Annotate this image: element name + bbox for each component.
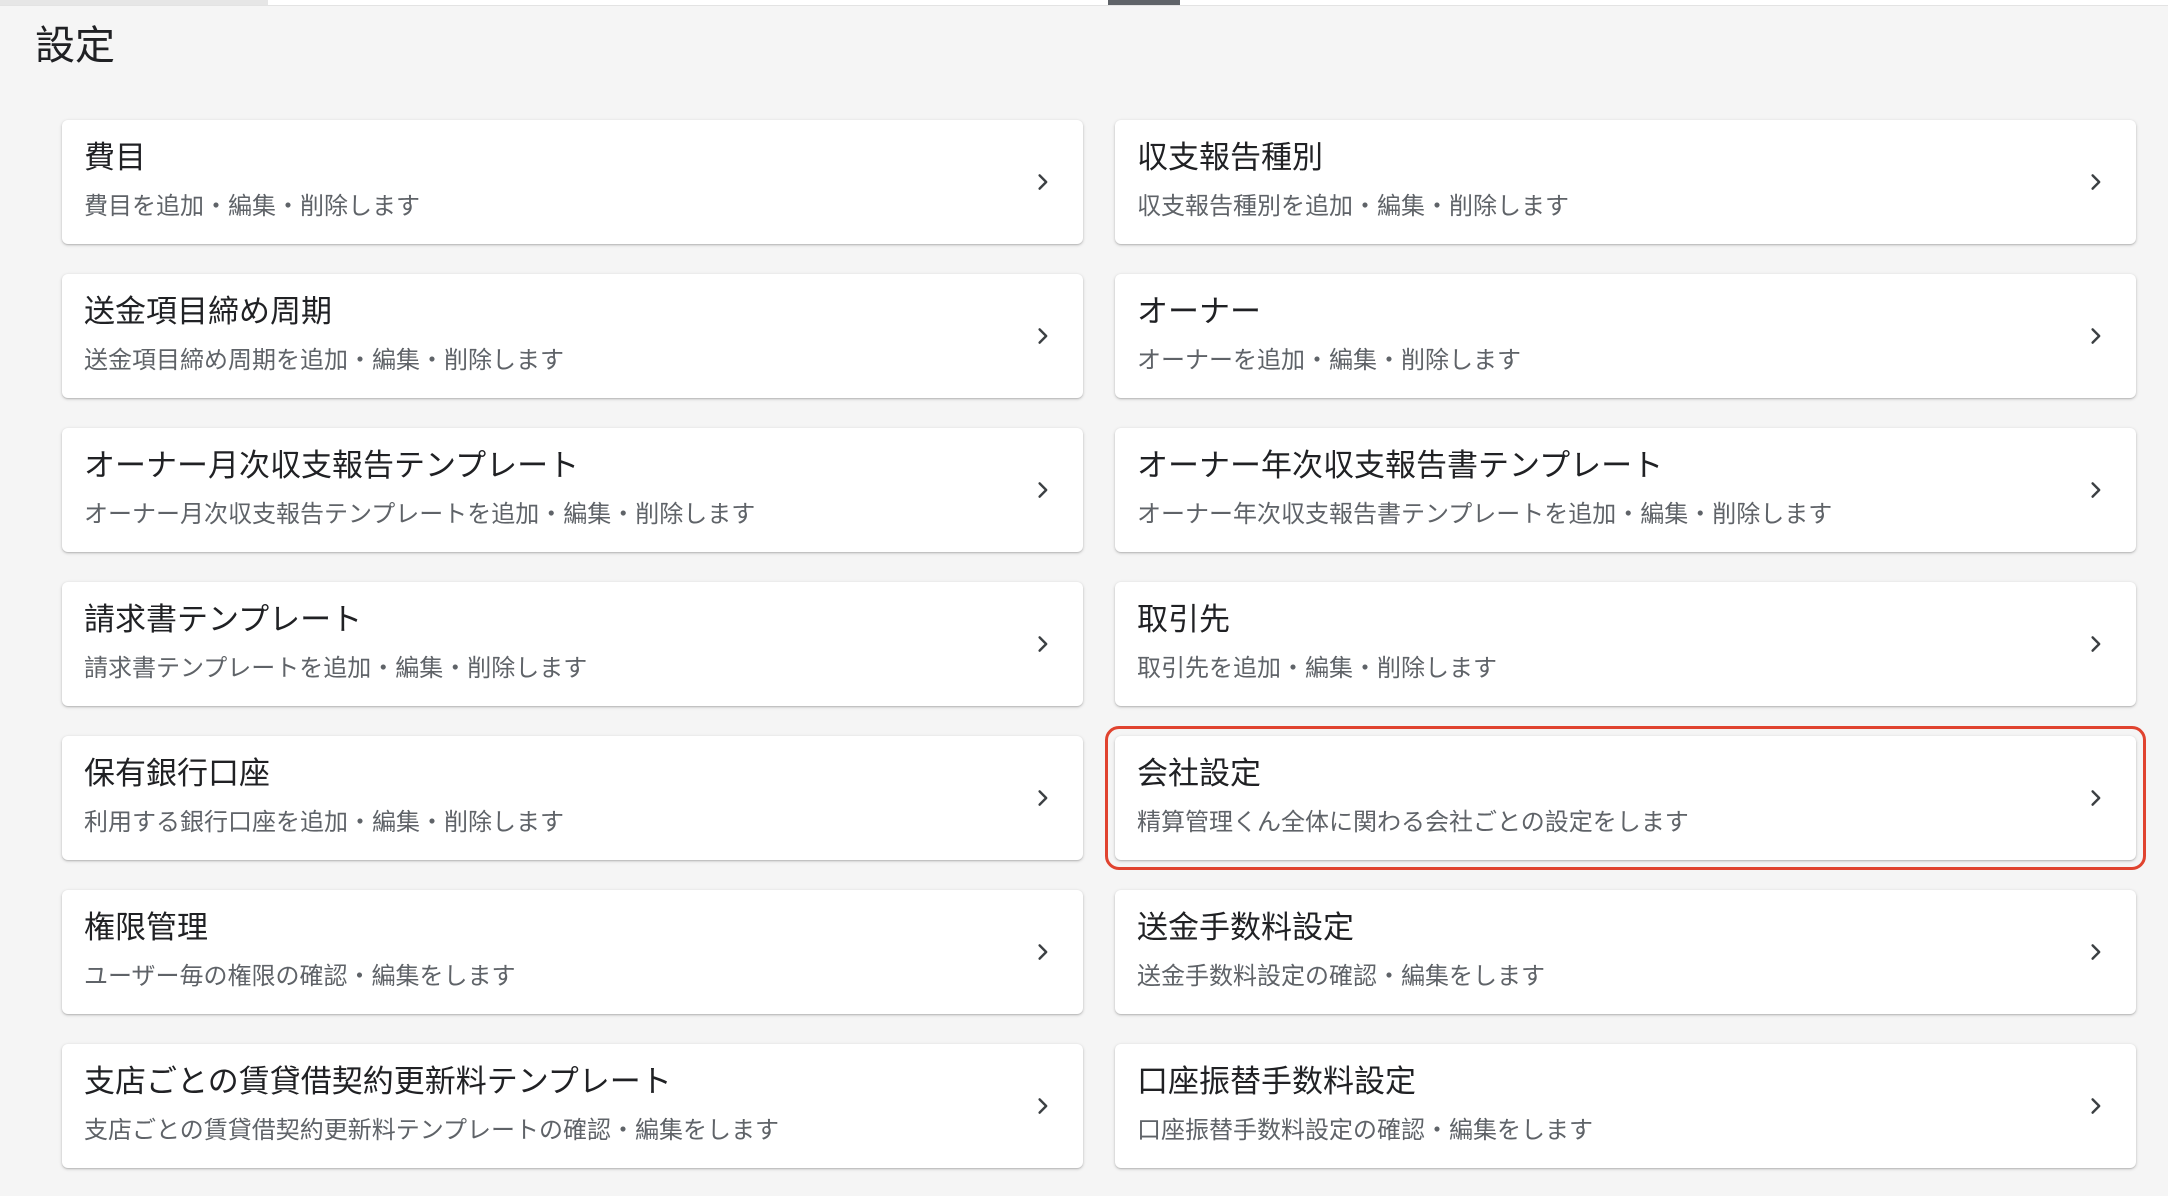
settings-card-title: 権限管理 <box>84 910 208 946</box>
settings-card-title: 送金項目締め周期 <box>84 294 332 330</box>
settings-card-description: 口座振替手数料設定の確認・編集をします <box>1137 1116 1593 1144</box>
settings-card-description: オーナー月次収支報告テンプレートを追加・編集・削除します <box>84 500 756 528</box>
settings-card-description: オーナーを追加・編集・削除します <box>1137 346 1521 374</box>
settings-card-title: オーナー月次収支報告テンプレート <box>84 448 580 484</box>
tab-strip-segment <box>0 0 268 5</box>
settings-card-title: オーナー <box>1137 294 1261 330</box>
chevron-right-icon <box>2084 632 2108 656</box>
settings-card-4[interactable]: オーナー月次収支報告テンプレート オーナー月次収支報告テンプレートを追加・編集・… <box>62 428 1083 552</box>
settings-card-3[interactable]: オーナー オーナーを追加・編集・削除します <box>1115 274 2136 398</box>
chevron-right-icon <box>1031 632 1055 656</box>
page-title: 設定 <box>35 23 115 69</box>
settings-card-title: 取引先 <box>1137 602 1230 638</box>
settings-card-description: 送金項目締め周期を追加・編集・削除します <box>84 346 564 374</box>
settings-card-title: 会社設定 <box>1137 756 1261 792</box>
settings-card-description: 利用する銀行口座を追加・編集・削除します <box>84 808 564 836</box>
settings-card-13[interactable]: 口座振替手数料設定 口座振替手数料設定の確認・編集をします <box>1115 1044 2136 1168</box>
settings-card-description: ユーザー毎の権限の確認・編集をします <box>84 962 516 990</box>
settings-card-description: 費目を追加・編集・削除します <box>84 192 420 220</box>
chevron-right-icon <box>1031 786 1055 810</box>
settings-card-description: 送金手数料設定の確認・編集をします <box>1137 962 1545 990</box>
chevron-right-icon <box>1031 170 1055 194</box>
settings-card-1[interactable]: 収支報告種別 収支報告種別を追加・編集・削除します <box>1115 120 2136 244</box>
settings-card-description: 取引先を追加・編集・削除します <box>1137 654 1497 682</box>
chevron-right-icon <box>1031 324 1055 348</box>
settings-card-title: 収支報告種別 <box>1137 140 1323 176</box>
settings-card-2[interactable]: 送金項目締め周期 送金項目締め周期を追加・編集・削除します <box>62 274 1083 398</box>
chevron-right-icon <box>2084 478 2108 502</box>
settings-card-10[interactable]: 権限管理 ユーザー毎の権限の確認・編集をします <box>62 890 1083 1014</box>
settings-card-6[interactable]: 請求書テンプレート 請求書テンプレートを追加・編集・削除します <box>62 582 1083 706</box>
settings-grid: 費目 費目を追加・編集・削除します 収支報告種別 収支報告種別を追加・編集・削除… <box>62 120 2146 1168</box>
chevron-right-icon <box>1031 478 1055 502</box>
settings-card-description: 支店ごとの賃貸借契約更新料テンプレートの確認・編集をします <box>84 1116 780 1144</box>
settings-card-0[interactable]: 費目 費目を追加・編集・削除します <box>62 120 1083 244</box>
settings-card-12[interactable]: 支店ごとの賃貸借契約更新料テンプレート 支店ごとの賃貸借契約更新料テンプレートの… <box>62 1044 1083 1168</box>
settings-card-title: 支店ごとの賃貸借契約更新料テンプレート <box>84 1064 672 1100</box>
chevron-right-icon <box>2084 1094 2108 1118</box>
settings-card-description: オーナー年次収支報告書テンプレートを追加・編集・削除します <box>1137 500 1833 528</box>
settings-card-title: 保有銀行口座 <box>84 756 270 792</box>
settings-card-title: オーナー年次収支報告書テンプレート <box>1137 448 1664 484</box>
settings-card-title: 口座振替手数料設定 <box>1137 1064 1416 1100</box>
chevron-right-icon <box>2084 324 2108 348</box>
settings-card-5[interactable]: オーナー年次収支報告書テンプレート オーナー年次収支報告書テンプレートを追加・編… <box>1115 428 2136 552</box>
chevron-right-icon <box>2084 170 2108 194</box>
settings-card-description: 収支報告種別を追加・編集・削除します <box>1137 192 1569 220</box>
settings-card-title: 費目 <box>84 140 146 176</box>
settings-card-7[interactable]: 取引先 取引先を追加・編集・削除します <box>1115 582 2136 706</box>
settings-card-description: 請求書テンプレートを追加・編集・削除します <box>84 654 588 682</box>
settings-card-11[interactable]: 送金手数料設定 送金手数料設定の確認・編集をします <box>1115 890 2136 1014</box>
chevron-right-icon <box>1031 940 1055 964</box>
settings-card-9[interactable]: 会社設定 精算管理くん全体に関わる会社ごとの設定をします <box>1105 726 2146 870</box>
settings-card-description: 精算管理くん全体に関わる会社ごとの設定をします <box>1137 808 1689 836</box>
top-tab-strip <box>0 0 2168 6</box>
chevron-right-icon <box>2084 786 2108 810</box>
active-tab-indicator <box>1108 0 1180 5</box>
settings-card-title: 送金手数料設定 <box>1137 910 1354 946</box>
chevron-right-icon <box>2084 940 2108 964</box>
settings-card-title: 請求書テンプレート <box>84 602 363 638</box>
chevron-right-icon <box>1031 1094 1055 1118</box>
settings-card-8[interactable]: 保有銀行口座 利用する銀行口座を追加・編集・削除します <box>62 736 1083 860</box>
